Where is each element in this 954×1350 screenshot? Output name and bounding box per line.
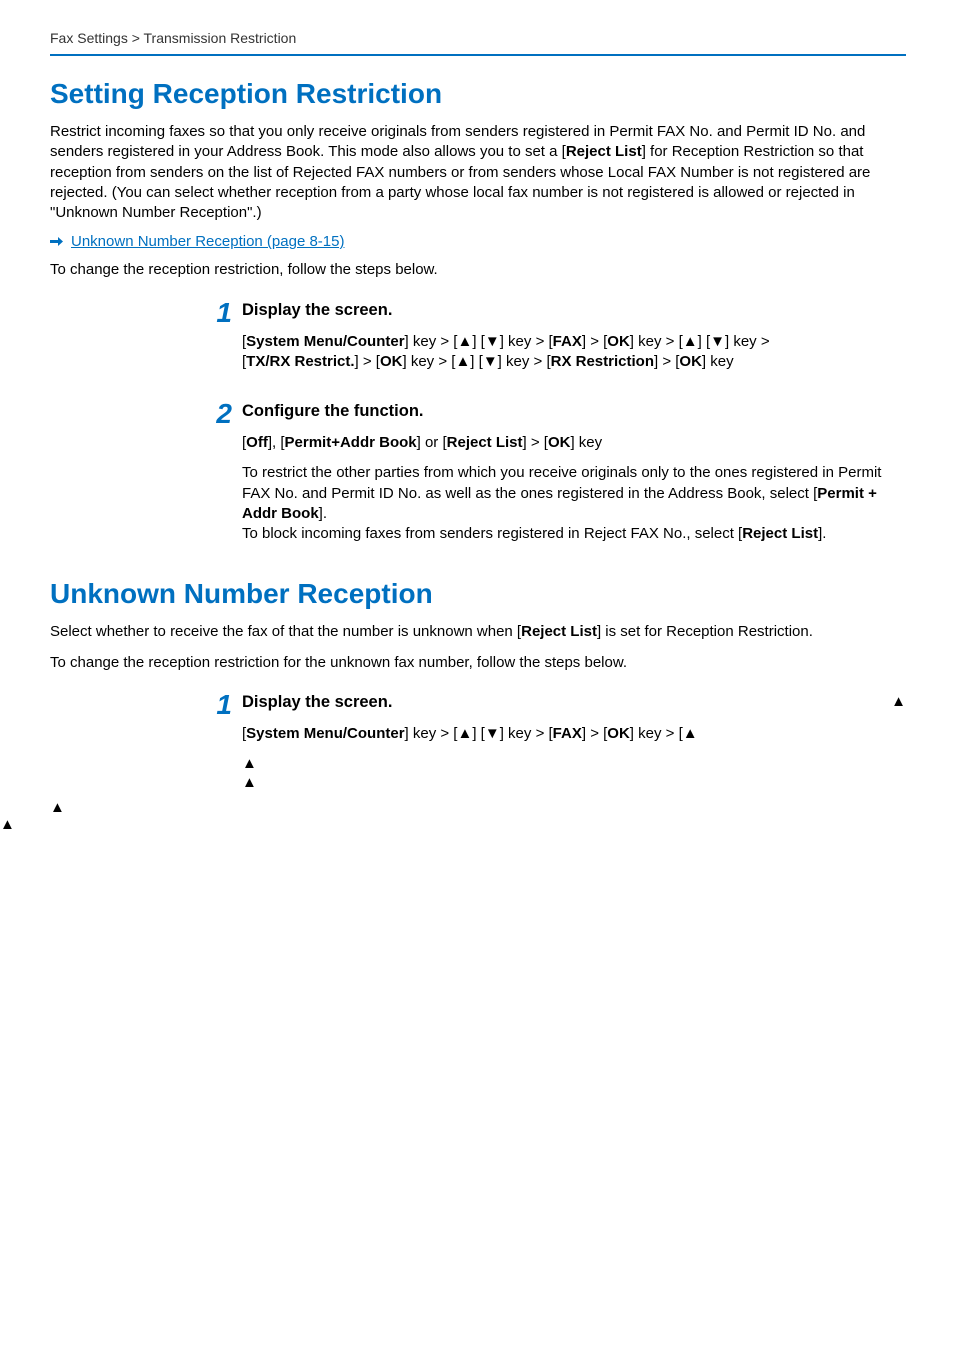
t: ▲ [683,725,698,742]
t: ], [ [268,434,285,451]
t: OK [607,333,630,350]
t: Reject List [742,525,818,542]
t: ▼ [483,353,498,370]
t: ] or [ [417,434,447,451]
step-title: Display the screen. [242,301,906,320]
header-divider [50,54,906,56]
intro-paragraph: Restrict incoming faxes so that you only… [50,122,906,223]
t: OK [380,353,403,370]
t: ] > [ [355,353,380,370]
t: TX/RX Restrict. [246,353,354,370]
step-number: 2 [216,400,232,428]
breadcrumb: Fax Settings > Transmission Restriction [50,30,906,46]
t: OK [679,353,702,370]
intro-paragraph: Select whether to receive the fax of tha… [50,622,906,642]
t: OK [607,725,630,742]
t: ▼ [485,725,500,742]
step-title: Configure the function. [242,402,906,421]
t: RX Restriction [551,353,654,370]
t: To block incoming faxes from senders reg… [242,525,742,542]
t: Reject List [521,623,597,640]
t: ] key > [ [402,353,455,370]
t: ] key > [ [500,333,553,350]
t: ] key [702,353,734,370]
t: FAX [553,725,582,742]
step-body: [System Menu/Counter] key > [▲] [▼] key … [242,332,906,373]
t: ▲ [457,725,472,742]
t: ▼ [710,333,725,350]
text-bold: Reject List [566,143,642,160]
t: ] key [570,434,602,451]
t: ▲ [455,353,470,370]
t: OK [548,434,571,451]
step-1: 1 Display the screen. [System Menu/Count… [50,693,906,792]
t: ] key > [725,333,770,350]
t: Permit+Addr Book [285,434,417,451]
t: ] key > [ [630,725,683,742]
t: ] > [ [523,434,548,451]
section-heading: Setting Reception Restriction [50,78,906,110]
t: ▲ [242,755,257,772]
t: ] [ [470,353,483,370]
step-title: Display the screen. [242,693,891,712]
t: ▼ [485,333,500,350]
t: ▲ [891,693,906,792]
t: ]. [319,505,327,522]
instruction-text: To change the reception restriction, fol… [50,260,906,280]
t: Select whether to receive the fax of tha… [50,623,521,640]
t: ] is set for Reception Restriction. [597,623,813,640]
t: ▲ [457,333,472,350]
t: ] > [ [582,333,607,350]
step-number: 1 [216,299,232,327]
t: ] key > [ [500,725,553,742]
t: ▲ [50,799,65,816]
t: ] key > [ [498,353,551,370]
step-body: [System Menu/Counter] key > [▲] [▼] key … [242,724,891,775]
t: Off [246,434,268,451]
link-text: Unknown Number Reception (page 8-15) [71,233,344,250]
step-number: 1 [216,691,232,719]
t: Reject List [447,434,523,451]
t: ] key > [ [405,333,458,350]
t: ] > [ [654,353,679,370]
t: ]. [818,525,826,542]
t: ] [ [472,725,485,742]
t: ] > [ [582,725,607,742]
arrow-right-icon [50,235,63,248]
t: System Menu/Counter [246,725,404,742]
t: ] key > [ [630,333,683,350]
step-2: 2 Configure the function. [Off], [Permit… [50,402,906,554]
t: To restrict the other parties from which… [242,464,881,501]
t: ▲ [683,333,698,350]
t: ] [ [698,333,711,350]
step-1: 1 Display the screen. [System Menu/Count… [50,301,906,383]
step-body: [Off], [Permit+Addr Book] or [Reject Lis… [242,433,906,544]
instruction-text: To change the reception restriction for … [50,653,906,673]
section-heading: Unknown Number Reception [50,578,906,610]
t: ] key > [ [405,725,458,742]
cross-reference-link[interactable]: Unknown Number Reception (page 8-15) [50,233,906,250]
t: ▲ [242,774,257,791]
t: ] [ [472,333,485,350]
t: ▲ [0,816,15,833]
t: System Menu/Counter [246,333,404,350]
t: FAX [553,333,582,350]
